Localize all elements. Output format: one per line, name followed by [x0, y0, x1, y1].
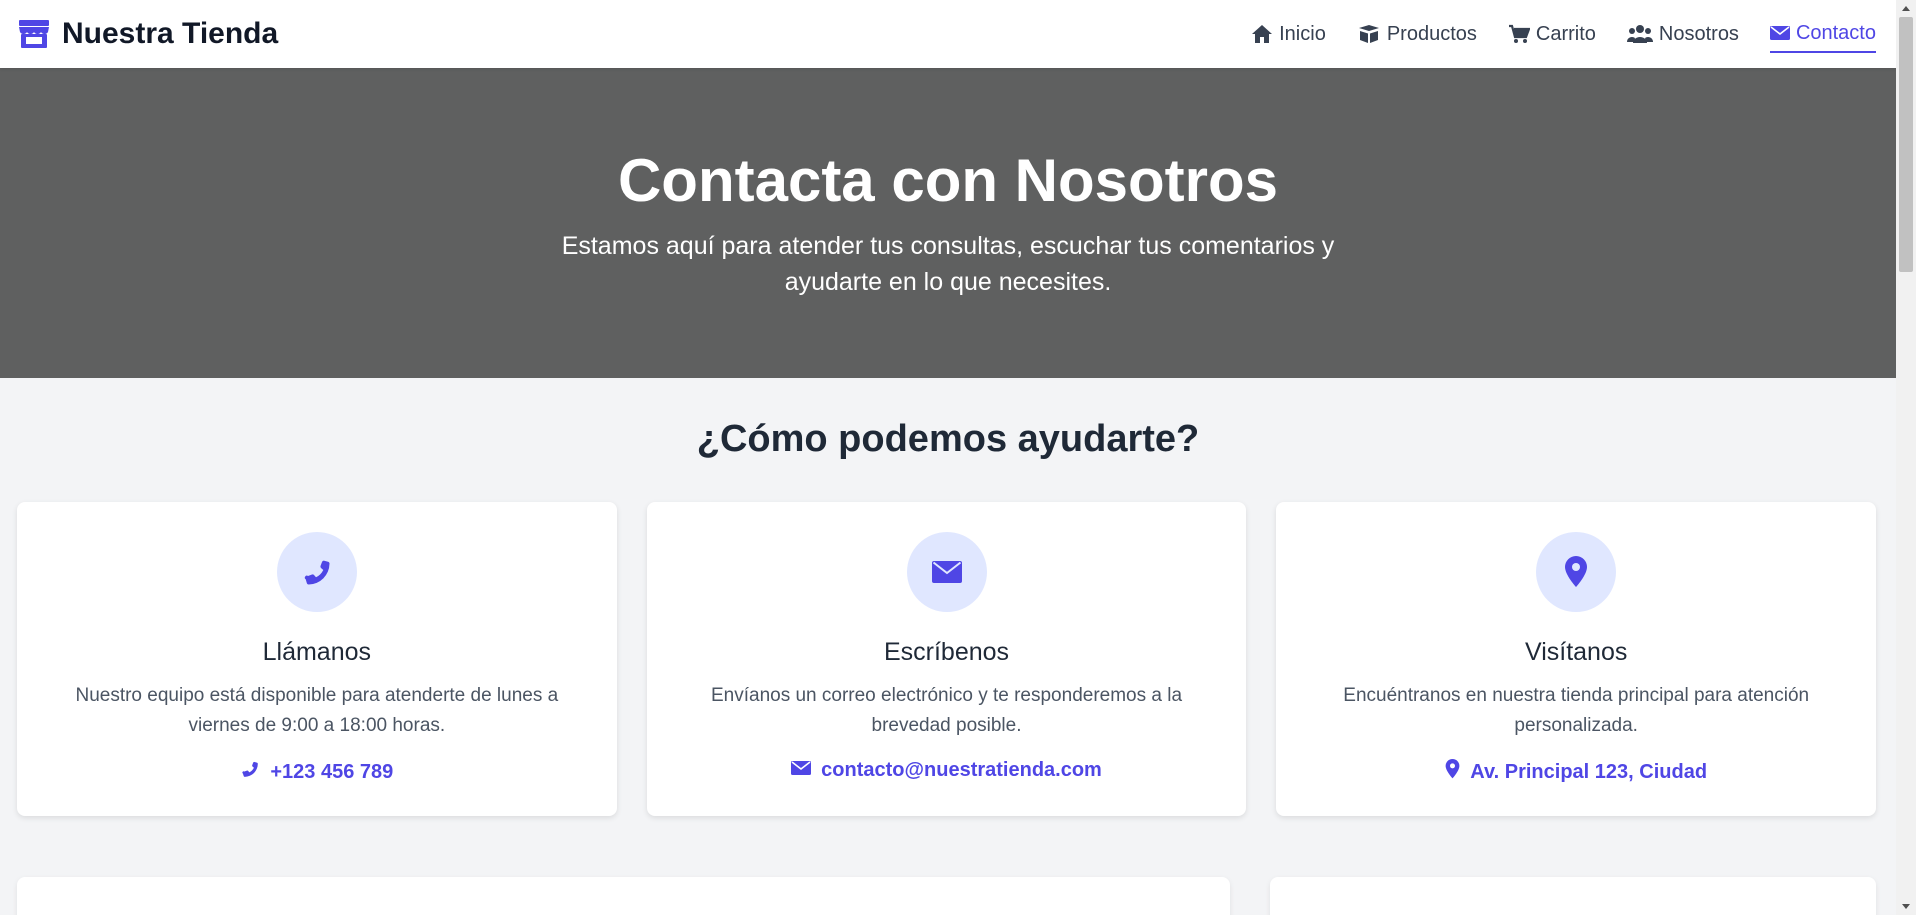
- vertical-scrollbar[interactable]: [1896, 0, 1916, 915]
- card-title: Llámanos: [262, 638, 372, 666]
- map-marker-icon: [1536, 532, 1617, 612]
- nav-item-carrito[interactable]: Carrito: [1508, 17, 1596, 52]
- email-link[interactable]: contacto@nuestratienda.com: [791, 759, 1102, 782]
- nav-label: Carrito: [1535, 22, 1596, 45]
- nav-item-inicio[interactable]: Inicio: [1251, 17, 1326, 52]
- phone-link[interactable]: +123 456 789: [240, 759, 393, 785]
- nav-item-nosotros[interactable]: Nosotros: [1626, 17, 1739, 52]
- scrollbar-thumb[interactable]: [1899, 17, 1913, 272]
- box-icon: [1357, 24, 1381, 44]
- brand-name: Nuestra Tienda: [62, 17, 279, 50]
- scroll-down-arrow-icon[interactable]: [1896, 898, 1916, 915]
- nav-label: Productos: [1386, 22, 1477, 45]
- card-title: Escríbenos: [883, 638, 1010, 666]
- section-title: ¿Cómo podemos ayudarte?: [696, 418, 1200, 460]
- store-icon: [18, 18, 50, 50]
- contact-form-panel: [17, 877, 1230, 915]
- users-icon: [1626, 24, 1653, 44]
- map-marker-icon: [1445, 759, 1460, 785]
- card-link-text: Av. Principal 123, Ciudad: [1470, 760, 1708, 783]
- home-icon: [1251, 24, 1273, 44]
- address-link[interactable]: Av. Principal 123, Ciudad: [1445, 759, 1707, 785]
- main-nav: Inicio Productos Carrito Nosotros Contac…: [1251, 16, 1876, 53]
- nav-label: Contacto: [1795, 21, 1876, 44]
- card-link-text: contacto@nuestratienda.com: [821, 759, 1102, 781]
- card-text: Nuestro equipo está disponible para aten…: [75, 685, 559, 736]
- nav-item-contacto[interactable]: Contacto: [1769, 16, 1876, 53]
- navbar: Nuestra Tienda Inicio Productos Carrito: [0, 0, 1896, 68]
- phone-icon: [240, 759, 260, 785]
- envelope-icon: [1769, 25, 1790, 41]
- page: Nuestra Tienda Inicio Productos Carrito: [0, 0, 1896, 915]
- card-link-text: +123 456 789: [270, 760, 394, 783]
- cart-icon: [1508, 24, 1530, 44]
- lower-section: [17, 877, 1876, 915]
- hero-title: Contacta con Nosotros: [617, 147, 1279, 214]
- contact-cards: Llámanos Nuestro equipo está disponible …: [0, 502, 1896, 816]
- brand[interactable]: Nuestra Tienda: [18, 17, 278, 51]
- hero-banner: Contacta con Nosotros Estamos aquí para …: [0, 68, 1896, 378]
- envelope-icon: [906, 532, 987, 612]
- contact-card-location: Visítanos Encuéntranos en nuestra tienda…: [1276, 502, 1877, 816]
- hero-subtitle: Estamos aquí para atender tus consultas,…: [561, 232, 1335, 296]
- contact-card-email: Escríbenos Envíanos un correo electrónic…: [646, 502, 1247, 816]
- card-text: Encuéntranos en nuestra tienda principal…: [1343, 685, 1810, 736]
- contact-card-phone: Llámanos Nuestro equipo está disponible …: [17, 502, 617, 816]
- phone-icon: [276, 532, 357, 612]
- scroll-up-arrow-icon[interactable]: [1896, 0, 1916, 17]
- card-title: Visítanos: [1524, 638, 1628, 666]
- nav-label: Nosotros: [1658, 22, 1739, 45]
- side-info-panel: [1270, 877, 1876, 915]
- nav-label: Inicio: [1279, 22, 1326, 45]
- card-text: Envíanos un correo electrónico y te resp…: [710, 685, 1183, 736]
- envelope-icon: [791, 759, 812, 782]
- nav-item-productos[interactable]: Productos: [1357, 17, 1477, 52]
